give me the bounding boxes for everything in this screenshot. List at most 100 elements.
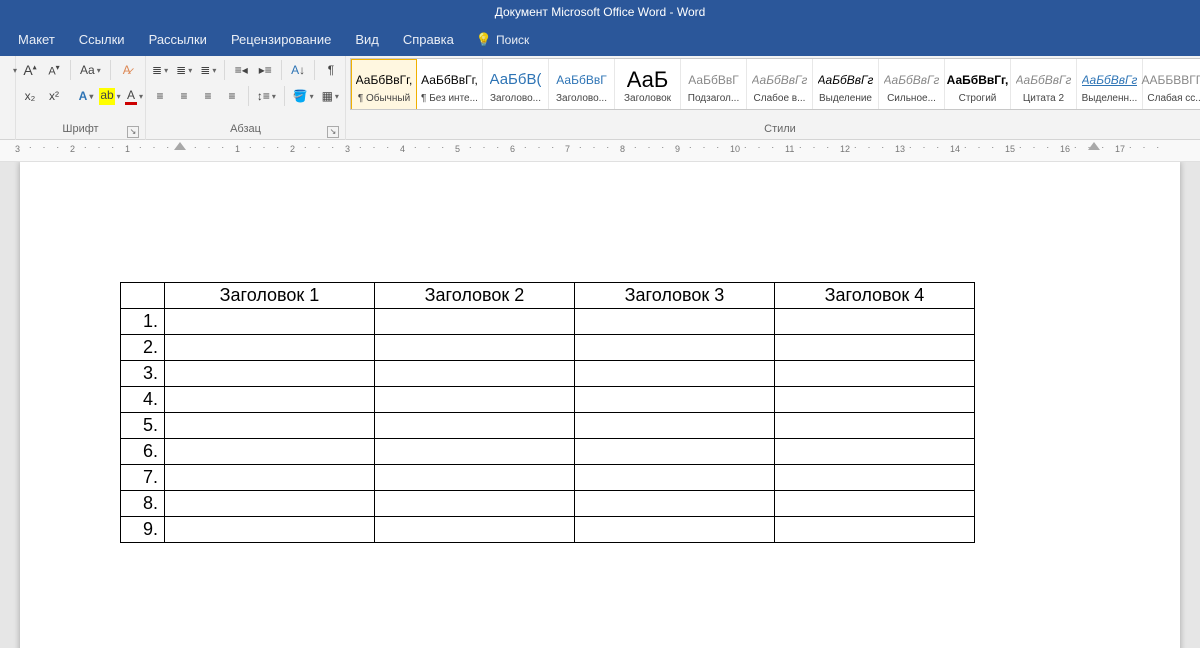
table-header-cell[interactable]: Заголовок 4 bbox=[775, 283, 975, 309]
table-row-number[interactable]: 2. bbox=[121, 335, 165, 361]
table-row-number[interactable]: 5. bbox=[121, 413, 165, 439]
table-cell[interactable] bbox=[165, 387, 375, 413]
borders-button[interactable]: ▦ bbox=[320, 85, 342, 107]
tab-mailings[interactable]: Рассылки bbox=[137, 24, 219, 56]
style-item-4[interactable]: АаБЗаголовок bbox=[615, 59, 681, 110]
show-pilcrow-button[interactable]: ¶ bbox=[321, 59, 341, 81]
table-cell[interactable] bbox=[775, 491, 975, 517]
font-color-button[interactable]: A bbox=[124, 85, 144, 107]
change-case-button[interactable]: Aa bbox=[77, 59, 104, 81]
table-cell[interactable] bbox=[775, 413, 975, 439]
table-cell[interactable] bbox=[375, 517, 575, 543]
table-cell[interactable] bbox=[165, 517, 375, 543]
table-cell[interactable] bbox=[375, 387, 575, 413]
table-cell[interactable] bbox=[165, 309, 375, 335]
table-cell[interactable] bbox=[575, 361, 775, 387]
page[interactable]: Заголовок 1Заголовок 2Заголовок 3Заголов… bbox=[20, 162, 1180, 648]
table-cell[interactable] bbox=[165, 491, 375, 517]
numbering-button[interactable]: ≣ bbox=[174, 59, 194, 81]
table-cell[interactable] bbox=[775, 309, 975, 335]
shrink-font-button[interactable]: A▾ bbox=[44, 59, 64, 81]
document-area[interactable]: Заголовок 1Заголовок 2Заголовок 3Заголов… bbox=[0, 162, 1200, 648]
table-cell[interactable] bbox=[121, 283, 165, 309]
tab-help[interactable]: Справка bbox=[391, 24, 466, 56]
table-row-number[interactable]: 8. bbox=[121, 491, 165, 517]
table-cell[interactable] bbox=[375, 413, 575, 439]
align-center-button[interactable]: ≡ bbox=[174, 85, 194, 107]
clear-formatting-button[interactable]: A̷ bbox=[117, 59, 137, 81]
text-effects-button[interactable]: A bbox=[76, 85, 96, 107]
grow-font-button[interactable]: A▴ bbox=[20, 59, 40, 81]
table-cell[interactable] bbox=[375, 335, 575, 361]
multilevel-list-button[interactable]: ≣ bbox=[198, 59, 218, 81]
sort-button[interactable]: A↓ bbox=[288, 59, 308, 81]
style-item-0[interactable]: АаБбВвГг,¶ Обычный bbox=[351, 59, 417, 110]
style-item-1[interactable]: АаБбВвГг,¶ Без инте... bbox=[417, 59, 483, 110]
table-cell[interactable] bbox=[575, 439, 775, 465]
table-cell[interactable] bbox=[375, 361, 575, 387]
bullets-button[interactable]: ≣ bbox=[150, 59, 170, 81]
table-cell[interactable] bbox=[375, 309, 575, 335]
table-cell[interactable] bbox=[165, 465, 375, 491]
align-left-button[interactable]: ≡ bbox=[150, 85, 170, 107]
table-cell[interactable] bbox=[575, 413, 775, 439]
table-cell[interactable] bbox=[775, 517, 975, 543]
table-row-number[interactable]: 1. bbox=[121, 309, 165, 335]
table-row-number[interactable]: 3. bbox=[121, 361, 165, 387]
table-row-number[interactable]: 6. bbox=[121, 439, 165, 465]
table-header-cell[interactable]: Заголовок 2 bbox=[375, 283, 575, 309]
paragraph-dialog-launcher[interactable]: ↘ bbox=[327, 126, 339, 138]
style-item-9[interactable]: АаБбВвГг,Строгий bbox=[945, 59, 1011, 110]
style-item-11[interactable]: АаБбВвГгВыделенн... bbox=[1077, 59, 1143, 110]
table-row-number[interactable]: 4. bbox=[121, 387, 165, 413]
font-dialog-launcher[interactable]: ↘ bbox=[127, 126, 139, 138]
style-item-10[interactable]: АаБбВвГгЦитата 2 bbox=[1011, 59, 1077, 110]
table-cell[interactable] bbox=[575, 309, 775, 335]
tab-links[interactable]: Ссылки bbox=[67, 24, 137, 56]
table-cell[interactable] bbox=[165, 361, 375, 387]
subscript-button[interactable]: x₂ bbox=[20, 85, 40, 107]
table-cell[interactable] bbox=[575, 335, 775, 361]
style-item-3[interactable]: АаБбВвГЗаголово... bbox=[549, 59, 615, 110]
align-justify-button[interactable]: ≡ bbox=[222, 85, 242, 107]
table-cell[interactable] bbox=[375, 465, 575, 491]
table-cell[interactable] bbox=[775, 439, 975, 465]
line-spacing-button[interactable]: ↕≡ bbox=[255, 85, 278, 107]
table-cell[interactable] bbox=[375, 491, 575, 517]
document-table[interactable]: Заголовок 1Заголовок 2Заголовок 3Заголов… bbox=[120, 282, 975, 543]
table-cell[interactable] bbox=[775, 335, 975, 361]
style-item-7[interactable]: АаБбВвГгВыделение bbox=[813, 59, 879, 110]
table-cell[interactable] bbox=[165, 439, 375, 465]
horizontal-ruler[interactable]: 3···2···1······1···2···3···4···5···6···7… bbox=[0, 140, 1200, 162]
style-item-2[interactable]: АаБбВ(Заголово... bbox=[483, 59, 549, 110]
table-cell[interactable] bbox=[575, 387, 775, 413]
table-cell[interactable] bbox=[575, 517, 775, 543]
table-cell[interactable] bbox=[575, 491, 775, 517]
tab-review[interactable]: Рецензирование bbox=[219, 24, 343, 56]
shading-button[interactable]: 🪣 bbox=[291, 85, 316, 107]
table-cell[interactable] bbox=[165, 413, 375, 439]
first-line-indent-marker[interactable] bbox=[174, 142, 186, 150]
table-row-number[interactable]: 9. bbox=[121, 517, 165, 543]
superscript-button[interactable]: x² bbox=[44, 85, 64, 107]
table-cell[interactable] bbox=[375, 439, 575, 465]
style-item-8[interactable]: АаБбВвГгСильное... bbox=[879, 59, 945, 110]
decrease-indent-button[interactable]: ≡◂ bbox=[231, 59, 251, 81]
right-indent-marker[interactable] bbox=[1088, 142, 1100, 150]
tab-layout[interactable]: Макет bbox=[6, 24, 67, 56]
highlight-button[interactable]: ab bbox=[100, 85, 120, 107]
table-cell[interactable] bbox=[165, 335, 375, 361]
table-cell[interactable] bbox=[775, 361, 975, 387]
increase-indent-button[interactable]: ▸≡ bbox=[255, 59, 275, 81]
table-cell[interactable] bbox=[575, 465, 775, 491]
table-header-cell[interactable]: Заголовок 3 bbox=[575, 283, 775, 309]
styles-gallery[interactable]: АаБбВвГг,¶ ОбычныйАаБбВвГг,¶ Без инте...… bbox=[350, 58, 1200, 110]
table-header-cell[interactable]: Заголовок 1 bbox=[165, 283, 375, 309]
table-cell[interactable] bbox=[775, 465, 975, 491]
style-item-6[interactable]: АаБбВвГгСлабое в... bbox=[747, 59, 813, 110]
style-item-5[interactable]: АаБбВвГПодзагол... bbox=[681, 59, 747, 110]
style-item-12[interactable]: ААББВВГГДСлабая сс... bbox=[1143, 59, 1200, 110]
tab-view[interactable]: Вид bbox=[343, 24, 391, 56]
table-row-number[interactable]: 7. bbox=[121, 465, 165, 491]
table-cell[interactable] bbox=[775, 387, 975, 413]
